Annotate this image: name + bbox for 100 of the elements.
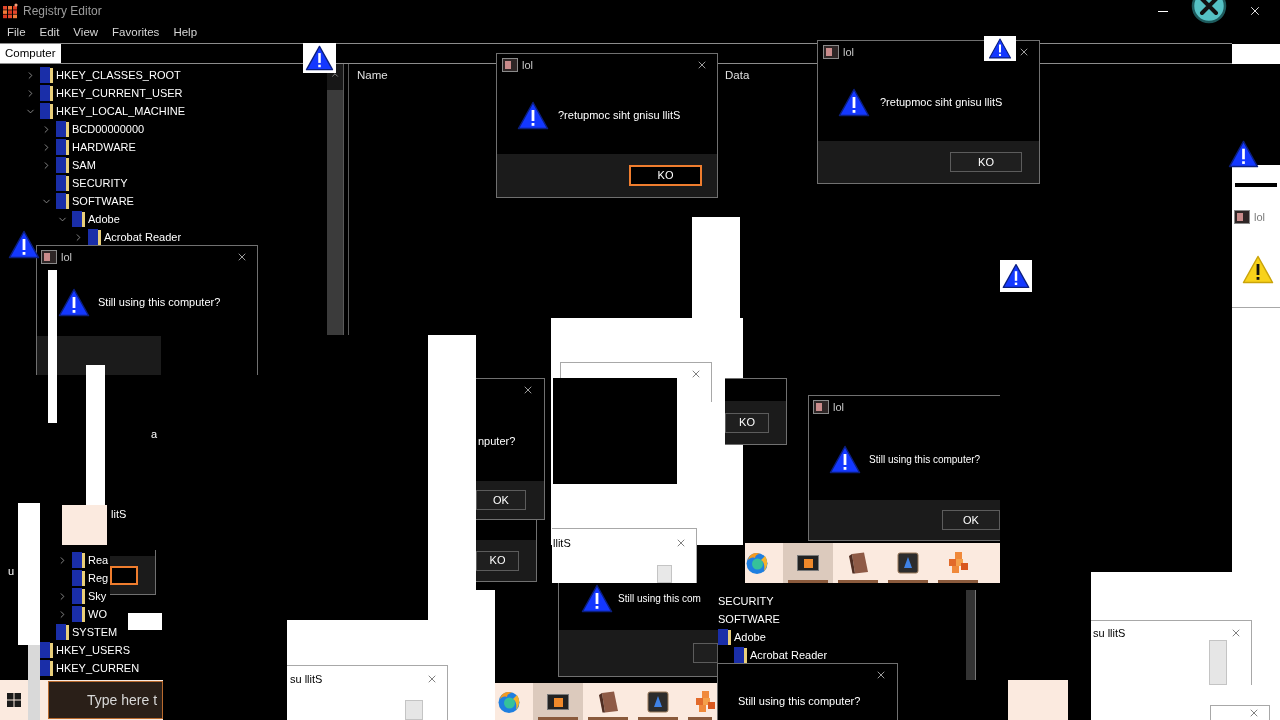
dialog-message: su llitS — [290, 671, 323, 687]
close-button[interactable] — [236, 251, 248, 263]
close-icon — [1230, 627, 1242, 639]
tree-item[interactable]: Acrobat Reader — [104, 228, 182, 246]
dialog-button[interactable]: KO — [476, 550, 519, 571]
tree-item[interactable]: Sky — [88, 587, 107, 605]
menu-item[interactable]: Help — [173, 23, 198, 42]
scrollbar[interactable] — [966, 590, 976, 680]
tree-item[interactable]: HKEY_CURRENT_USER — [56, 84, 183, 102]
folder-icon — [40, 642, 53, 658]
dialog-button[interactable]: KO — [725, 412, 769, 433]
warning-icon — [838, 87, 870, 117]
tree-item[interactable]: HKEY_USERS — [56, 641, 130, 659]
tree-item[interactable]: BCD00000000 — [72, 120, 145, 138]
folder-icon — [72, 606, 85, 622]
dialog-title: lol — [843, 44, 854, 60]
folder-icon — [56, 121, 69, 137]
dialog-title: lol — [833, 399, 844, 415]
search-field[interactable]: Type here t — [48, 681, 163, 719]
close-button[interactable] — [1018, 46, 1030, 58]
close-icon — [426, 673, 438, 685]
tree-item[interactable]: SYSTEM — [72, 623, 118, 641]
folder-icon — [40, 660, 53, 676]
close-button[interactable] — [675, 537, 687, 549]
dialog-button[interactable]: KO — [950, 152, 1022, 172]
tree-item[interactable]: Acrobat Reader — [750, 646, 828, 664]
folder-icon — [56, 624, 69, 640]
close-icon — [675, 537, 687, 549]
text-fragment: u — [8, 564, 15, 579]
close-button[interactable] — [696, 59, 708, 71]
glitch-block — [1008, 680, 1068, 720]
taskbar-button[interactable] — [533, 683, 583, 720]
close-button[interactable] — [1248, 707, 1260, 719]
folder-icon — [40, 67, 53, 83]
close-icon — [1248, 707, 1260, 719]
dialog-title: lol — [1254, 209, 1265, 225]
close-button[interactable] — [875, 669, 887, 681]
window-title: Registry Editor — [23, 3, 102, 20]
dialog-button[interactable]: OK — [942, 510, 1000, 530]
tree-item[interactable]: HKEY_CLASSES_ROOT — [56, 66, 181, 84]
globe-swirl-icon — [745, 551, 769, 575]
tree-item[interactable]: HARDWARE — [72, 138, 136, 156]
folder-icon — [72, 552, 85, 568]
window-app-icon — [1234, 210, 1250, 224]
menu-item[interactable]: File — [7, 23, 26, 42]
notebook-icon — [846, 551, 870, 575]
window-app-icon — [813, 400, 829, 414]
tree-item[interactable]: Reg — [88, 569, 109, 587]
tree-item[interactable]: SECURITY — [72, 174, 128, 192]
tree-item[interactable]: WO — [88, 605, 107, 623]
dialog-message: ?retupmoc siht gnisu llitS — [558, 107, 681, 123]
cubes-icon — [946, 551, 970, 575]
close-button[interactable] — [426, 673, 438, 685]
dialog-button[interactable]: KO — [629, 165, 702, 186]
close-button[interactable] — [1230, 627, 1242, 639]
tree-item[interactable]: Rea — [88, 551, 109, 569]
dialog-button[interactable]: OK — [476, 490, 526, 510]
close-button[interactable] — [522, 384, 534, 396]
close-icon — [690, 368, 702, 380]
address-field[interactable]: Computer — [0, 44, 61, 63]
column-header[interactable]: Data — [725, 67, 750, 85]
tree-item[interactable]: HKEY_LOCAL_MACHINE — [56, 102, 185, 120]
folder-icon — [56, 175, 69, 191]
dialog-message: ?retupmoc siht gnisu llitS — [880, 94, 1003, 110]
folder-icon — [734, 647, 747, 663]
four-panes-icon — [7, 693, 21, 707]
dialog-message: Still using this computer? — [738, 693, 861, 709]
taskbar-button[interactable] — [783, 543, 833, 583]
warning-icon — [517, 100, 549, 130]
tree-item[interactable]: SOFTWARE — [72, 192, 134, 210]
warning-icon — [8, 230, 40, 259]
folder-icon — [56, 139, 69, 155]
tree-item[interactable]: Adobe — [88, 210, 120, 228]
notebook-icon — [596, 689, 620, 714]
dialog-button[interactable] — [110, 565, 138, 585]
tile-icon — [896, 551, 920, 575]
dialog-message: llitS — [553, 535, 571, 551]
warning-icon — [1242, 254, 1274, 284]
dialog-message: Still using this computer? — [98, 294, 221, 310]
close-button[interactable] — [690, 368, 702, 380]
window-app-icon — [41, 250, 57, 264]
close-icon — [875, 669, 887, 681]
folder-icon — [72, 570, 85, 586]
menu-item[interactable]: Favorites — [112, 23, 160, 42]
menu-item[interactable]: Edit — [39, 23, 60, 42]
folder-icon — [718, 629, 731, 645]
tree-item[interactable]: SECURITY — [718, 592, 774, 610]
dialog-title: lol — [522, 57, 533, 73]
close-icon — [1018, 46, 1030, 58]
tree-item[interactable]: SAM — [72, 156, 96, 174]
folder-icon — [56, 157, 69, 173]
close-icon — [696, 59, 708, 71]
menu-item[interactable]: View — [73, 23, 99, 42]
glitch-block — [1232, 44, 1280, 64]
tree-item[interactable]: HKEY_CURREN — [56, 659, 140, 677]
tree-item[interactable]: SOFTWARE — [718, 610, 780, 628]
warning-icon — [581, 583, 613, 613]
chevron-up-icon — [330, 70, 340, 80]
tree-item[interactable]: Adobe — [734, 628, 766, 646]
dialog-message: nputer? — [478, 433, 516, 449]
